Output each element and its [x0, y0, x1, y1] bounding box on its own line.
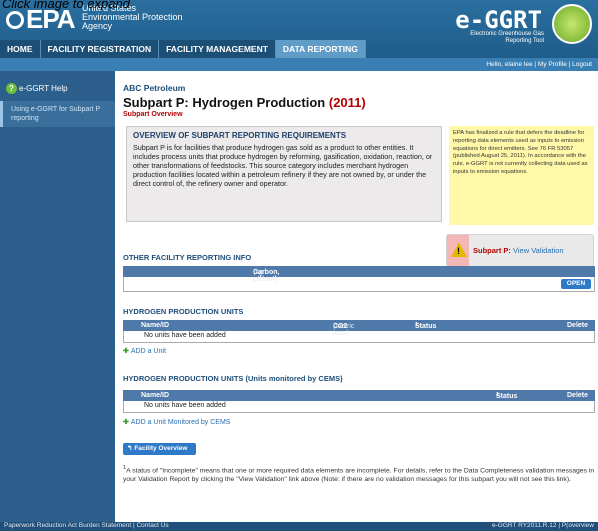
- other-info-row: OPEN: [123, 277, 595, 292]
- plus-icon: ✚: [123, 348, 129, 355]
- footnote-text: A status of "Incomplete" means that one …: [123, 467, 595, 484]
- status-footnote: 1A status of "Incomplete" means that one…: [123, 464, 595, 484]
- validation-text: Subpart P: View Validation: [473, 246, 564, 255]
- page-title: Subpart P: Hydrogen Production (2011): [123, 95, 366, 110]
- tab-home[interactable]: HOME: [0, 40, 41, 58]
- main-nav-tabs: HOME FACILITY REGISTRATION FACILITY MANA…: [0, 40, 366, 58]
- add-unit-link[interactable]: ✚ ADD a Unit: [123, 347, 166, 355]
- other-info-header: Carbon, other than CO2, collected and tr…: [123, 266, 595, 318]
- page-title-year: (2011): [328, 95, 366, 110]
- back-arrow-icon: ↰: [127, 445, 133, 452]
- sidebar: ? e-GGRT Help Using e-GGRT for Subpart P …: [0, 71, 115, 522]
- col-status-label: Status: [415, 323, 437, 330]
- user-bar[interactable]: Hello, elaine lee | My Profile | Logout: [0, 58, 598, 71]
- epa-seal-icon: [6, 11, 24, 29]
- cems-empty-text: No units have been added: [144, 402, 226, 409]
- col-status-label: Status: [496, 393, 518, 400]
- deferral-notice: EPA has finalized a rule that defers the…: [449, 126, 594, 225]
- col-status: Status 1: [496, 392, 517, 401]
- page-title-text: Subpart P: Hydrogen Production: [123, 95, 326, 110]
- col-name-id: Name/ID: [141, 391, 170, 399]
- facility-overview-button[interactable]: ↰ Facility Overview: [123, 443, 196, 455]
- help-icon: ?: [6, 83, 17, 94]
- add-cems-unit-link[interactable]: ✚ ADD a Unit Monitored by CEMS: [123, 418, 230, 426]
- validation-box: ! Subpart P: View Validation: [446, 234, 594, 267]
- cems-table-header: Name/ID Status 1 Delete: [123, 390, 595, 401]
- eggrt-leaf-icon: [552, 4, 592, 44]
- add-cems-unit-label: ADD a Unit Monitored by CEMS: [130, 419, 231, 426]
- overview-heading: OVERVIEW OF SUBPART REPORTING REQUIREMEN…: [133, 131, 347, 140]
- col-delete: Delete: [567, 391, 589, 399]
- footer-version: e-GGRT RY2011.R.12 | P(overview: [491, 522, 594, 529]
- eggrt-logo: e-GGRT: [455, 6, 542, 34]
- eggrt-subtitle-line: Reporting Tool: [505, 38, 544, 44]
- cems-units-heading: HYDROGEN PRODUCTION UNITS (Units monitor…: [123, 374, 343, 383]
- sidebar-item-subpart-p-help[interactable]: Using e-GGRT for Subpart P reporting: [0, 101, 115, 127]
- eggrt-subtitle-line: Electronic Greenhouse Gas: [470, 31, 544, 37]
- col-status: Status 1: [415, 322, 436, 331]
- other-info-heading: OTHER FACILITY REPORTING INFO: [123, 253, 252, 262]
- plus-icon: ✚: [123, 419, 129, 426]
- overview-box: OVERVIEW OF SUBPART REPORTING REQUIREMEN…: [126, 126, 442, 222]
- units-heading: HYDROGEN PRODUCTION UNITS: [123, 307, 244, 316]
- overview-body: Subpart P is for facilities that produce…: [133, 143, 433, 188]
- tab-facility-registration[interactable]: FACILITY REGISTRATION: [40, 40, 160, 58]
- units-empty-text: No units have been added: [144, 332, 226, 339]
- tab-facility-management[interactable]: FACILITY MANAGEMENT: [159, 40, 276, 58]
- col-delete: Delete: [567, 321, 589, 329]
- epa-subtitle-line: Agency: [82, 21, 113, 31]
- footer: Paperwork Reduction Act Burden Statement…: [0, 522, 598, 531]
- cems-empty-row: No units have been added: [123, 401, 595, 413]
- units-empty-row: No units have been added: [123, 331, 595, 343]
- tab-data-reporting[interactable]: DATA REPORTING: [275, 40, 366, 58]
- sidebar-help[interactable]: ? e-GGRT Help: [6, 83, 68, 94]
- validation-label: Subpart P:: [473, 246, 511, 255]
- company-name: ABC Petroleum: [123, 83, 186, 93]
- page-subtitle: Subpart Overview: [123, 111, 183, 118]
- col-name-id: Name/ID: [141, 321, 170, 329]
- sidebar-help-label: e-GGRT Help: [19, 84, 68, 93]
- view-validation-link[interactable]: View Validation: [513, 246, 564, 255]
- add-unit-label: ADD a Unit: [130, 348, 166, 355]
- warning-mark: !: [457, 246, 460, 256]
- units-table-header: Name/ID CO2 (metric tons) Status 1 Delete: [123, 320, 595, 337]
- facility-overview-label: Facility Overview: [134, 445, 188, 452]
- open-button[interactable]: OPEN: [561, 279, 591, 289]
- caption: Click image to expand: [2, 0, 130, 11]
- eggrt-subtitle: Electronic Greenhouse Gas Reporting Tool: [470, 31, 544, 45]
- footer-links[interactable]: Paperwork Reduction Act Burden Statement…: [4, 522, 169, 529]
